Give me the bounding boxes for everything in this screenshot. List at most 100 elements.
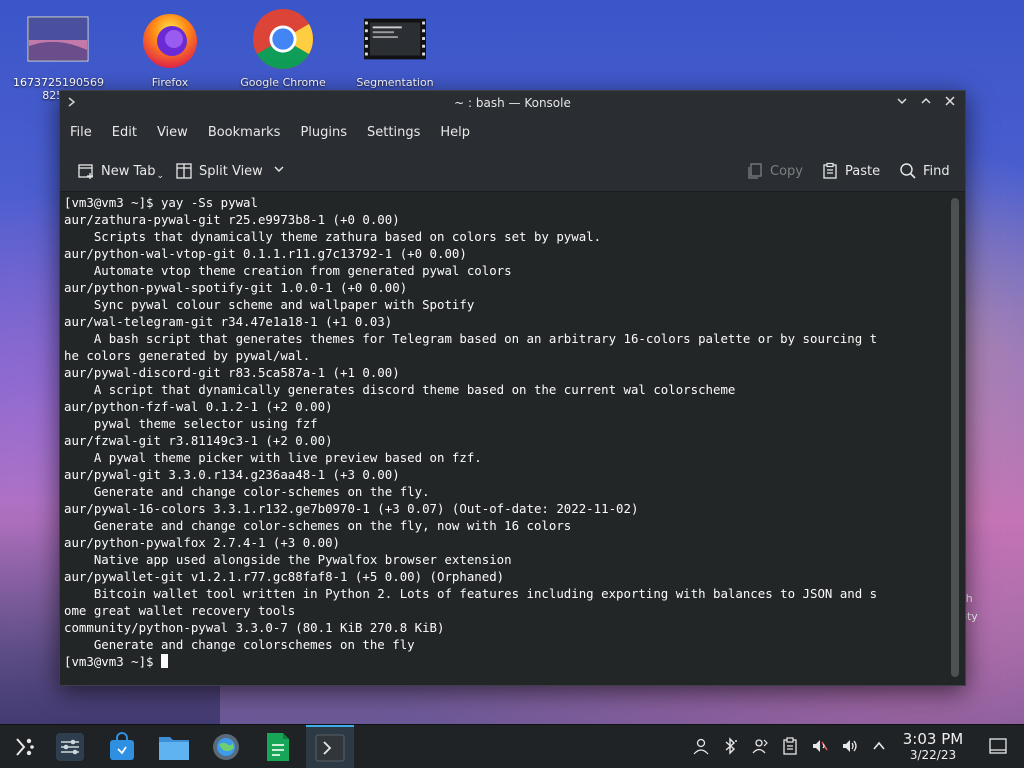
find-button[interactable]: Find	[899, 151, 950, 191]
volume-icon[interactable]	[839, 735, 861, 757]
konsole-window[interactable]: ~ : bash — Konsole File Edit View Bookma…	[59, 90, 966, 686]
desktop-icon-chrome[interactable]: Google Chrome	[238, 8, 328, 89]
bluetooth-icon[interactable]	[719, 735, 741, 757]
chevron-up-icon	[921, 97, 931, 104]
terminal-line: aur/python-fzf-wal 0.1.2-1 (+2 0.00)	[64, 399, 333, 414]
new-tab-icon	[77, 162, 95, 180]
video-file-icon	[364, 8, 426, 70]
split-view-label: Split View	[199, 163, 263, 179]
app-launcher-button[interactable]	[0, 727, 48, 767]
minimize-button[interactable]	[892, 93, 912, 113]
toolbar: New Tab ⌄ Split View Copy Paste Find	[60, 151, 965, 192]
maximize-button[interactable]	[916, 93, 936, 113]
paste-label: Paste	[845, 163, 881, 179]
terminal-line: Generate and change colorschemes on the …	[64, 637, 415, 652]
new-tab-button[interactable]: New Tab ⌄	[77, 151, 164, 191]
terminal-line: aur/pywal-git 3.3.0.r134.g236aa48-1 (+3 …	[64, 467, 400, 482]
menu-settings[interactable]: Settings	[357, 115, 430, 151]
clock[interactable]: 3:03 PM 3/22/23	[895, 730, 971, 763]
kde-launcher-icon	[16, 738, 34, 756]
image-file-icon	[27, 8, 89, 70]
terminal-line: Generate and change color-schemes on the…	[64, 484, 430, 499]
user-switch-icon[interactable]	[749, 735, 771, 757]
terminal-line: aur/python-pywal-spotify-git 1.0.0-1 (+0…	[64, 280, 408, 295]
terminal-line: aur/fzwal-git r3.81149c3-1 (+2 0.00)	[64, 433, 333, 448]
find-label: Find	[923, 163, 950, 179]
window-title: ~ : bash — Konsole	[454, 96, 571, 110]
terminal-line: [vm3@vm3 ~]$ yay -Ss pywal	[64, 195, 258, 210]
chevron-down-icon[interactable]	[273, 163, 285, 179]
terminal-line: ome great wallet recovery tools	[64, 603, 296, 618]
close-button[interactable]	[940, 93, 960, 113]
globe-gear-icon	[213, 734, 239, 760]
window-titlebar[interactable]: ~ : bash — Konsole	[60, 91, 965, 115]
chrome-icon	[252, 8, 314, 70]
terminal-prompt-line[interactable]: [vm3@vm3 ~]$	[64, 653, 168, 670]
clipboard-icon[interactable]	[779, 735, 801, 757]
scrollbar-thumb[interactable]	[951, 198, 959, 677]
terminal-line: A script that dynamically generates disc…	[64, 382, 736, 397]
text-cursor	[160, 654, 168, 668]
split-view-button[interactable]: Split View	[175, 151, 285, 191]
desktop-icon-firefox[interactable]: Firefox	[125, 8, 215, 89]
terminal-line: Scripts that dynamically theme zathura b…	[64, 229, 602, 244]
terminal-icon	[315, 734, 345, 762]
paste-icon	[821, 162, 839, 180]
terminal-line: aur/pywal-16-colors 3.3.1.r132.ge7b0970-…	[64, 501, 639, 516]
chevron-down-icon	[897, 98, 907, 105]
terminal-line: pywal theme selector using fzf	[64, 416, 318, 431]
desktop-icon-segmentation[interactable]: Segmentation	[350, 8, 440, 89]
sliders-icon	[56, 733, 84, 761]
terminal-line: Automate vtop theme creation from genera…	[64, 263, 512, 278]
desktop-icon-label: Google Chrome	[240, 76, 326, 89]
split-view-icon	[175, 162, 193, 180]
terminal-line: aur/pywallet-git v1.2.1.r77.gc88faf8-1 (…	[64, 569, 505, 584]
show-desktop-button[interactable]	[987, 735, 1009, 757]
desktop-icon-screenshot[interactable]: 1673725190569 825...	[13, 8, 104, 102]
terminal-line: he colors generated by pywal/wal.	[64, 348, 311, 363]
desktop-icon-label: Firefox	[151, 76, 189, 89]
desktop-icon-label: Segmentation	[356, 76, 434, 89]
terminal-view[interactable]: [vm3@vm3 ~]$ yay -Ss pywal aur/zathura-py…	[60, 192, 945, 685]
clock-date: 3/22/23	[909, 748, 957, 762]
terminal-scrollbar[interactable]	[945, 192, 965, 685]
menu-plugins[interactable]: Plugins	[290, 115, 357, 151]
taskbar-system-settings[interactable]	[46, 727, 94, 767]
menu-view[interactable]: View	[147, 115, 198, 151]
terminal-line: Native app used alongside the Pywalfox b…	[64, 552, 512, 567]
copy-button[interactable]: Copy	[746, 151, 803, 191]
menu-edit[interactable]: Edit	[102, 115, 147, 151]
terminal-line: A pywal theme picker with live preview b…	[64, 450, 482, 465]
clock-time: 3:03 PM	[902, 730, 964, 748]
audio-muted-icon[interactable]	[809, 735, 831, 757]
terminal-line: Bitcoin wallet tool written in Python 2.…	[64, 586, 878, 601]
shell-prompt: [vm3@vm3 ~]$	[64, 654, 161, 669]
user-icon[interactable]	[690, 735, 712, 757]
terminal-line: aur/python-pywalfox 2.7.4-1 (+3 0.00)	[64, 535, 341, 550]
taskbar-dolphin[interactable]	[150, 727, 198, 767]
taskbar: 3:03 PM 3/22/23	[0, 724, 1024, 768]
menu-help[interactable]: Help	[430, 115, 480, 151]
terminal-line: aur/wal-telegram-git r34.47e1a18-1 (+1 0…	[64, 314, 393, 329]
store-bag-icon	[110, 732, 134, 760]
chevron-up-icon[interactable]	[868, 735, 890, 757]
document-icon	[267, 733, 289, 761]
firefox-icon	[139, 8, 201, 70]
terminal-line: Generate and change color-schemes on the…	[64, 518, 572, 533]
paste-button[interactable]: Paste	[821, 151, 880, 191]
taskbar-discover[interactable]	[98, 727, 146, 767]
folder-icon	[159, 737, 189, 760]
taskbar-libreoffice[interactable]	[254, 727, 302, 767]
terminal-line: aur/python-wal-vtop-git 0.1.1.r11.g7c137…	[64, 246, 467, 261]
desktop-icon	[989, 738, 1007, 754]
taskbar-konsole[interactable]	[306, 725, 354, 768]
search-icon	[899, 162, 917, 180]
menubar: File Edit View Bookmarks Plugins Setting…	[60, 115, 965, 151]
taskbar-browser[interactable]	[202, 727, 250, 767]
menu-bookmarks[interactable]: Bookmarks	[198, 115, 291, 151]
terminal-line: Sync pywal colour scheme and wallpaper w…	[64, 297, 475, 312]
copy-label: Copy	[770, 163, 803, 179]
terminal-line: community/python-pywal 3.3.0-7 (80.1 KiB…	[64, 620, 445, 635]
menu-file[interactable]: File	[60, 115, 102, 151]
terminal-line: aur/pywal-discord-git r83.5ca587a-1 (+1 …	[64, 365, 400, 380]
